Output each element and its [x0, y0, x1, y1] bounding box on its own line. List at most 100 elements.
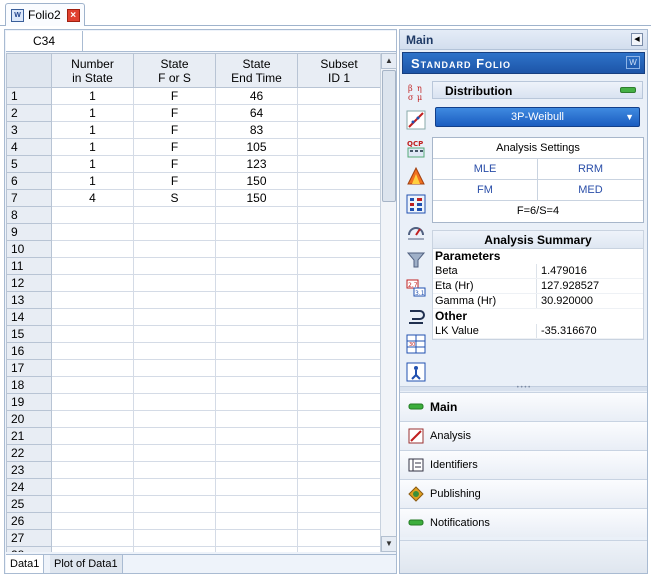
grid-cell[interactable]: [133, 529, 216, 547]
grid-cell[interactable]: [215, 274, 298, 292]
grid-cell[interactable]: [297, 461, 380, 479]
row-header[interactable]: 15: [6, 325, 52, 343]
nav-notifications[interactable]: Notifications: [400, 508, 647, 537]
row-header[interactable]: 11: [6, 257, 52, 275]
row-header[interactable]: 10: [6, 240, 52, 258]
grid-cell[interactable]: [133, 376, 216, 394]
grid-cell[interactable]: 83: [215, 121, 298, 139]
grid-cell[interactable]: 4: [51, 189, 134, 207]
grid-cell[interactable]: [215, 342, 298, 360]
grid-cell[interactable]: [215, 495, 298, 513]
grid-cell[interactable]: [133, 512, 216, 530]
grid-cell[interactable]: 1: [51, 121, 134, 139]
nav-main[interactable]: Main: [400, 392, 647, 421]
grid-cell[interactable]: [297, 155, 380, 173]
filter-icon[interactable]: [406, 250, 426, 270]
grid-cell[interactable]: [297, 393, 380, 411]
grid-cell[interactable]: [215, 257, 298, 275]
row-header[interactable]: 13: [6, 291, 52, 309]
column-header-state-end-time[interactable]: State End Time: [215, 53, 298, 88]
grid-cell[interactable]: [133, 393, 216, 411]
panel-splitter[interactable]: • • • •: [400, 385, 647, 391]
distribution-wizard-icon[interactable]: [406, 194, 426, 214]
row-header[interactable]: 20: [6, 410, 52, 428]
row-header[interactable]: 2: [6, 104, 52, 122]
grid-cell[interactable]: [297, 274, 380, 292]
transfer-data-icon[interactable]: 2.7 3.1: [406, 278, 426, 298]
batch-auto-run-icon[interactable]: [406, 166, 426, 186]
row-header[interactable]: 12: [6, 274, 52, 292]
grid-cell[interactable]: [51, 359, 134, 377]
grid-cell[interactable]: [51, 410, 134, 428]
grid-cell[interactable]: [51, 393, 134, 411]
row-header[interactable]: 18: [6, 376, 52, 394]
row-header[interactable]: 21: [6, 427, 52, 445]
row-header[interactable]: 3: [6, 121, 52, 139]
grid-cell[interactable]: [297, 223, 380, 241]
grid-cell[interactable]: [51, 512, 134, 530]
grid-cell[interactable]: [297, 427, 380, 445]
scroll-up-arrow-icon[interactable]: ▲: [381, 53, 397, 69]
grid-cell[interactable]: [297, 104, 380, 122]
grid-cell[interactable]: [297, 308, 380, 326]
grid-cell[interactable]: [215, 240, 298, 258]
grid-cell[interactable]: [133, 478, 216, 496]
grid-cell[interactable]: [133, 444, 216, 462]
convert-data-icon[interactable]: [406, 306, 426, 326]
grid-cell[interactable]: [297, 529, 380, 547]
grid-cell[interactable]: [133, 240, 216, 258]
grid-cell[interactable]: [133, 342, 216, 360]
grid-cell[interactable]: [215, 546, 298, 552]
row-header[interactable]: 1: [6, 87, 52, 105]
grid-cell[interactable]: F: [133, 172, 216, 190]
cell-value-input[interactable]: [85, 31, 396, 51]
grid-cell[interactable]: [51, 291, 134, 309]
grid-cell[interactable]: [51, 495, 134, 513]
grid-cell[interactable]: [51, 529, 134, 547]
grid-cell[interactable]: [297, 121, 380, 139]
row-header[interactable]: 25: [6, 495, 52, 513]
grid-cell[interactable]: [51, 274, 134, 292]
grid-cell[interactable]: [215, 325, 298, 343]
grid-cell[interactable]: F: [133, 87, 216, 105]
grid-cell[interactable]: [51, 240, 134, 258]
row-header[interactable]: 7: [6, 189, 52, 207]
parameter-symbols-icon[interactable]: βησμ: [406, 82, 426, 102]
option-rrm[interactable]: RRM: [538, 159, 643, 179]
grid-cell[interactable]: F: [133, 155, 216, 173]
grid-cell[interactable]: 1: [51, 104, 134, 122]
grid-cell[interactable]: 123: [215, 155, 298, 173]
grid-cell[interactable]: [133, 274, 216, 292]
grid-cell[interactable]: [133, 308, 216, 326]
data-table-icon[interactable]: 30: [406, 334, 426, 354]
cell-reference-box[interactable]: C34: [6, 31, 83, 51]
row-header[interactable]: 17: [6, 359, 52, 377]
grid-cell[interactable]: [297, 444, 380, 462]
grid-cell[interactable]: 1: [51, 155, 134, 173]
grid-cell[interactable]: [133, 325, 216, 343]
grid-cell[interactable]: [51, 223, 134, 241]
grid-cell[interactable]: 150: [215, 172, 298, 190]
grid-cell[interactable]: 150: [215, 189, 298, 207]
grid-cell[interactable]: [51, 206, 134, 224]
option-mle[interactable]: MLE: [433, 159, 538, 179]
grid-cell[interactable]: F: [133, 121, 216, 139]
grid-cell[interactable]: [297, 546, 380, 552]
column-header-number-in-state[interactable]: Number in State: [51, 53, 134, 88]
option-med[interactable]: MED: [538, 180, 643, 200]
grid-cell[interactable]: [297, 206, 380, 224]
column-header-state-f-or-s[interactable]: State F or S: [133, 53, 216, 88]
grid-cell[interactable]: [51, 342, 134, 360]
gauge-icon[interactable]: [406, 222, 426, 242]
grid-cell[interactable]: [215, 427, 298, 445]
sheet-tab-data1[interactable]: Data1: [6, 555, 45, 573]
grid-cell[interactable]: [133, 461, 216, 479]
grid-cell[interactable]: [51, 546, 134, 552]
row-header[interactable]: 8: [6, 206, 52, 224]
grid-cell[interactable]: 1: [51, 138, 134, 156]
grid-cell[interactable]: [297, 257, 380, 275]
grid-cell[interactable]: [215, 461, 298, 479]
grid-cell[interactable]: [297, 291, 380, 309]
grid-cell[interactable]: [215, 393, 298, 411]
grid-cell[interactable]: [297, 376, 380, 394]
